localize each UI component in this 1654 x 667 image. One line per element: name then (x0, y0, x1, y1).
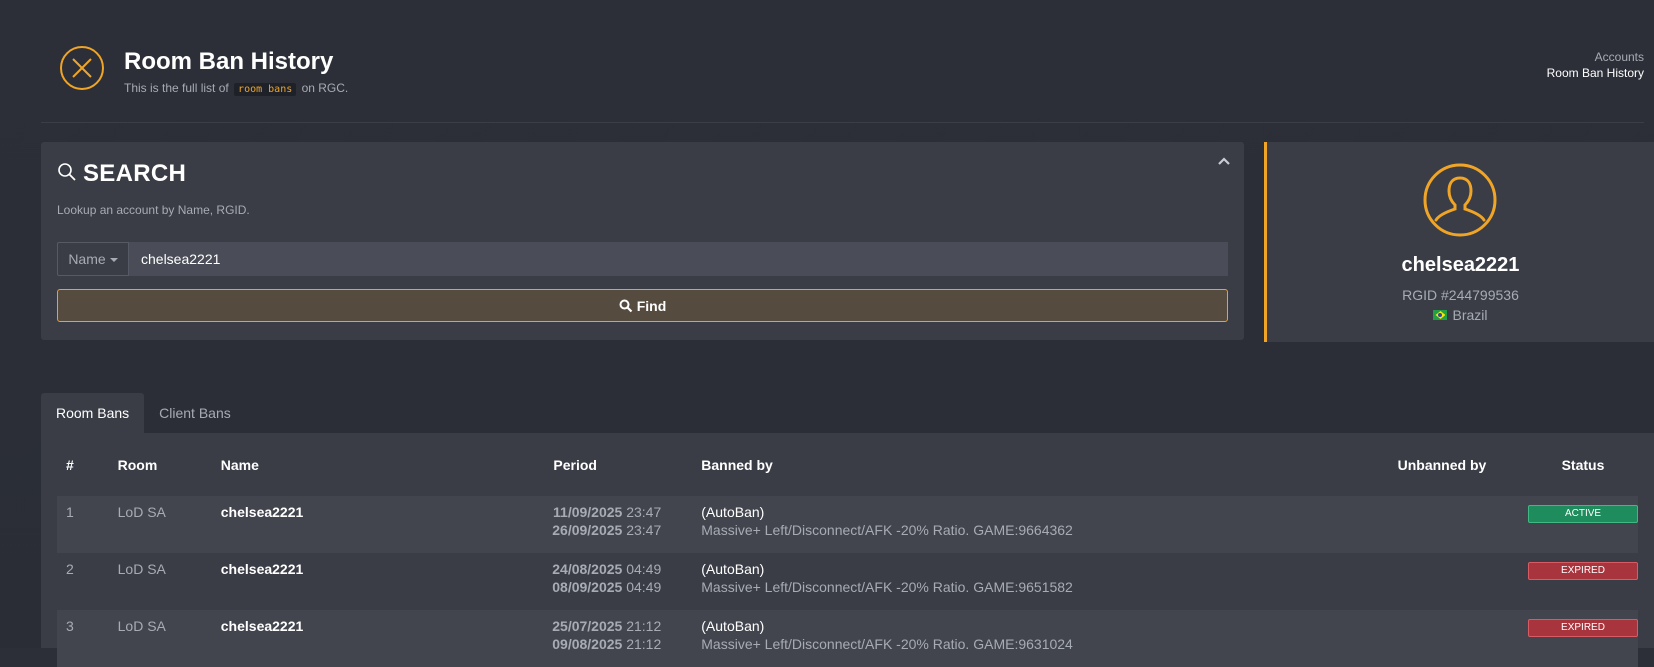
table-row: 1 LoD SA chelsea2221 11/09/2025 23:47 26… (57, 496, 1638, 553)
search-icon (619, 299, 632, 312)
period-start-time: 23:47 (626, 504, 662, 520)
profile-rgid: RGID #244799536 (1402, 287, 1519, 303)
row-banned-by: (AutoBan) Massive+ Left/Disconnect/AFK -… (701, 496, 1356, 538)
tabs: Room Bans Client Bans (41, 393, 246, 433)
row-number: 2 (66, 561, 74, 577)
search-icon (57, 162, 77, 187)
page-header: Room Ban History This is the full list o… (41, 36, 1644, 123)
status-badge: EXPIRED (1528, 619, 1638, 637)
bans-table-panel: # Room Name Period Banned by Unbanned by… (41, 433, 1654, 667)
row-unbanned-by (1356, 553, 1528, 561)
period-start-time: 21:12 (626, 618, 662, 634)
user-avatar-icon (1422, 162, 1498, 238)
period-end-date: 09/08/2025 (552, 636, 623, 652)
row-name[interactable]: chelsea2221 (221, 553, 429, 577)
column-header-unbanned-by: Unbanned by (1397, 456, 1487, 473)
row-period: 24/08/2025 04:49 08/09/2025 04:49 (429, 553, 661, 595)
row-period: 25/07/2025 21:12 09/08/2025 21:12 (429, 610, 661, 652)
breadcrumb: Accounts Room Ban History (1547, 50, 1644, 80)
search-field-label: Name (68, 251, 106, 267)
column-header-room: Room (117, 456, 158, 473)
column-header-name: Name (220, 456, 259, 473)
profile-card: chelsea2221 RGID #244799536 Brazil (1264, 142, 1654, 342)
close-circle-icon (60, 46, 104, 90)
search-header: SEARCH (57, 160, 186, 188)
breadcrumb-current: Room Ban History (1546, 66, 1644, 80)
subtitle-suffix: on RGC. (301, 81, 349, 95)
column-header-banned-by: Banned by (701, 456, 773, 473)
search-description: Lookup an account by Name, RGID. (57, 203, 250, 217)
brazil-flag-icon (1433, 310, 1448, 320)
find-button[interactable]: Find (57, 289, 1228, 322)
profile-country: Brazil (1267, 307, 1654, 323)
ban-reason: Massive+ Left/Disconnect/AFK -20% Ratio.… (701, 636, 1073, 652)
period-end-date: 26/09/2025 (552, 522, 623, 538)
row-room: LoD SA (117, 504, 166, 520)
status-badge: EXPIRED (1528, 562, 1638, 580)
row-number: 1 (66, 504, 74, 520)
ban-reason: Massive+ Left/Disconnect/AFK -20% Ratio.… (701, 522, 1073, 538)
search-row: Name (57, 242, 1228, 276)
period-end-time: 04:49 (626, 579, 662, 595)
breadcrumb-accounts[interactable]: Accounts (1547, 50, 1644, 64)
period-start-date: 24/08/2025 (552, 561, 623, 577)
row-banned-by: (AutoBan) Massive+ Left/Disconnect/AFK -… (701, 610, 1356, 652)
search-panel: SEARCH Lookup an account by Name, RGID. … (41, 142, 1244, 340)
tab-room-bans[interactable]: Room Bans (41, 393, 145, 433)
search-title: SEARCH (83, 160, 187, 187)
chevron-up-icon[interactable] (1216, 154, 1232, 170)
row-unbanned-by (1356, 610, 1528, 618)
ban-reason: Massive+ Left/Disconnect/AFK -20% Ratio.… (701, 579, 1073, 595)
period-end-time: 21:12 (626, 636, 662, 652)
banned-by-name: (AutoBan) (701, 561, 765, 577)
table-row: 3 LoD SA chelsea2221 25/07/2025 21:12 09… (57, 610, 1638, 667)
subtitle-prefix: This is the full list of (124, 81, 229, 95)
period-start-date: 25/07/2025 (552, 618, 623, 634)
row-period: 11/09/2025 23:47 26/09/2025 23:47 (429, 496, 661, 538)
subtitle-code: room bans (234, 83, 297, 96)
row-room: LoD SA (117, 618, 166, 634)
page-title: Room Ban History (124, 48, 334, 75)
search-input[interactable] (129, 242, 1228, 276)
table-row: 2 LoD SA chelsea2221 24/08/2025 04:49 08… (57, 553, 1638, 610)
column-header-number: # (66, 456, 74, 473)
row-name[interactable]: chelsea2221 (221, 610, 429, 634)
profile-country-label: Brazil (1452, 307, 1488, 323)
row-name[interactable]: chelsea2221 (221, 496, 429, 520)
find-button-label: Find (636, 297, 667, 314)
banned-by-name: (AutoBan) (701, 618, 765, 634)
row-number: 3 (66, 618, 74, 634)
column-header-period: Period (553, 456, 597, 473)
banned-by-name: (AutoBan) (701, 504, 765, 520)
caret-down-icon (109, 258, 118, 262)
tab-client-bans[interactable]: Client Bans (144, 393, 246, 433)
period-start-date: 11/09/2025 (553, 504, 623, 520)
page-subtitle: This is the full list of room bans on RG… (124, 81, 349, 96)
row-room: LoD SA (117, 561, 166, 577)
period-end-date: 08/09/2025 (552, 579, 623, 595)
profile-name: chelsea2221 (1401, 254, 1520, 276)
period-start-time: 04:49 (626, 561, 662, 577)
row-banned-by: (AutoBan) Massive+ Left/Disconnect/AFK -… (701, 553, 1356, 595)
column-header-status: Status (1561, 456, 1605, 473)
status-badge: ACTIVE (1528, 505, 1638, 523)
period-end-time: 23:47 (626, 522, 662, 538)
bans-table: # Room Name Period Banned by Unbanned by… (57, 433, 1638, 667)
search-field-dropdown[interactable]: Name (57, 242, 129, 276)
row-unbanned-by (1356, 496, 1528, 504)
